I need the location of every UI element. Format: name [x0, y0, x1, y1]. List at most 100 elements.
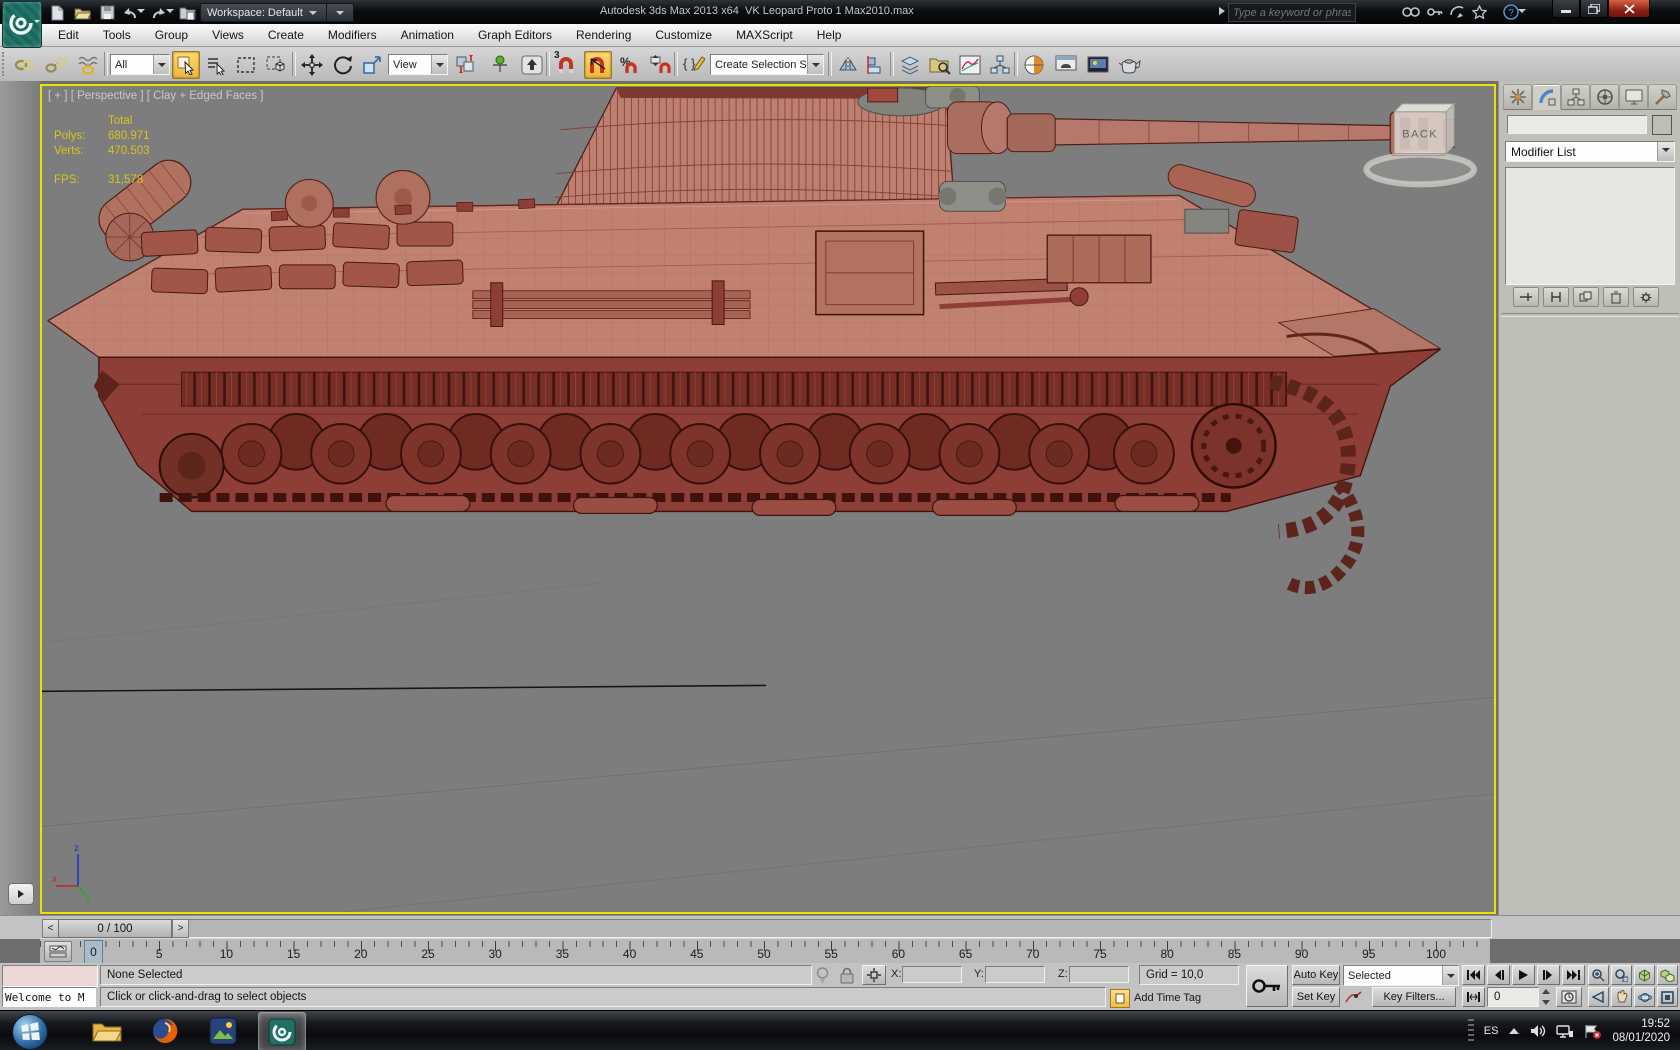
menu-tools[interactable]: Tools	[91, 24, 143, 46]
time-slider-grip[interactable]: 0 / 100	[58, 919, 172, 938]
volume-icon[interactable]	[1530, 1024, 1546, 1038]
next-frame-step-button[interactable]	[1537, 965, 1560, 985]
menu-rendering[interactable]: Rendering	[564, 24, 643, 46]
schematic-view-icon[interactable]	[986, 51, 1014, 79]
align-icon[interactable]	[862, 51, 890, 79]
taskbar-clock[interactable]: 19:52 08/01/2020	[1612, 1017, 1676, 1045]
select-and-move-icon[interactable]	[298, 51, 326, 79]
time-slider-track[interactable]	[42, 919, 1492, 938]
viewcube-face-label[interactable]: BACK	[1402, 129, 1438, 141]
tab-motion[interactable]	[1590, 84, 1619, 110]
pan-view-button[interactable]	[1611, 987, 1632, 1007]
zoom-extents-button[interactable]	[1634, 965, 1655, 985]
object-name-field[interactable]	[1507, 115, 1647, 134]
render-setup-icon[interactable]	[1052, 51, 1080, 79]
taskbar-app-button[interactable]	[200, 1012, 246, 1050]
workspace-selector[interactable]: Workspace: Default	[200, 3, 332, 22]
menu-customize[interactable]: Customize	[643, 24, 724, 46]
zoom-extents-all-button[interactable]	[1657, 965, 1678, 985]
set-key-button[interactable]: Set Key	[1292, 987, 1340, 1007]
previous-frame-step-button[interactable]	[1487, 965, 1510, 985]
project-folder-button[interactable]	[176, 4, 198, 21]
redo-dropdown-arrow[interactable]	[166, 9, 174, 17]
go-to-start-button[interactable]	[1462, 965, 1485, 985]
named-selection-set-dropdown[interactable]: Create Selection Se	[710, 54, 824, 75]
expand-panel-button[interactable]	[8, 883, 34, 905]
maxscript-mini-listener-macro[interactable]	[2, 965, 98, 987]
key-mode-toggle-button[interactable]	[1462, 987, 1485, 1007]
key-filters-button[interactable]: Key Filters...	[1372, 987, 1456, 1007]
select-and-link-icon[interactable]	[10, 51, 38, 79]
start-button[interactable]	[12, 1014, 48, 1050]
toolbar-drag-handle[interactable]	[2, 52, 8, 76]
render-production-icon[interactable]	[1116, 51, 1144, 79]
taskbar-explorer-button[interactable]	[84, 1012, 130, 1050]
bind-to-space-warp-icon[interactable]	[74, 51, 102, 79]
curve-editor-icon[interactable]	[956, 51, 984, 79]
undo-dropdown-arrow[interactable]	[137, 9, 145, 17]
current-frame-field[interactable]: 0	[1487, 987, 1539, 1007]
configure-modifier-sets-button[interactable]	[1633, 287, 1659, 307]
tab-hierarchy[interactable]	[1561, 84, 1590, 110]
menu-group[interactable]: Group	[143, 24, 200, 46]
menu-views[interactable]: Views	[200, 24, 256, 46]
tab-utilities[interactable]	[1648, 84, 1677, 110]
select-and-manipulate-icon[interactable]	[486, 51, 514, 79]
next-frame-button[interactable]: >	[172, 919, 189, 938]
tab-modify[interactable]	[1532, 84, 1561, 110]
snaps-toggle-3d-icon[interactable]: 3	[552, 50, 580, 79]
add-time-tag[interactable]: Add Time Tag	[1134, 989, 1201, 1007]
layer-manager-icon[interactable]	[896, 51, 924, 79]
coord-y-field[interactable]	[985, 966, 1045, 983]
search-input[interactable]	[1229, 4, 1355, 21]
scene-explorer-icon[interactable]	[926, 51, 954, 79]
action-center-flag-icon[interactable]	[1584, 1024, 1602, 1039]
taskbar-firefox-button[interactable]	[142, 1012, 188, 1050]
angle-snap-toggle-icon[interactable]	[584, 51, 612, 79]
previous-frame-button[interactable]: <	[42, 919, 59, 938]
remove-modifier-button[interactable]	[1603, 287, 1629, 307]
percent-snap-toggle-icon[interactable]: %	[616, 51, 644, 79]
default-in-out-tangent-icon[interactable]	[1345, 990, 1363, 1008]
application-menu-button[interactable]	[2, 1, 42, 48]
menu-maxscript[interactable]: MAXScript	[724, 24, 805, 46]
tab-create[interactable]	[1503, 84, 1532, 110]
tank-model[interactable]	[47, 86, 1455, 595]
network-icon[interactable]	[1556, 1024, 1574, 1038]
modifier-stack-list[interactable]	[1505, 167, 1675, 285]
select-object-button[interactable]	[172, 51, 200, 79]
set-keys-button[interactable]	[1246, 965, 1288, 1007]
menu-graph-editors[interactable]: Graph Editors	[466, 24, 564, 46]
open-file-button[interactable]	[71, 4, 93, 21]
rectangular-selection-region-icon[interactable]	[232, 51, 260, 79]
frame-spinner[interactable]	[1540, 987, 1552, 1007]
menu-edit[interactable]: Edit	[46, 24, 91, 46]
reference-coordinate-dropdown[interactable]: View	[388, 54, 448, 75]
perspective-viewport[interactable]: BACK [ + ] [ Perspective ] [ Clay + Edge…	[40, 84, 1496, 914]
window-crossing-toggle-icon[interactable]	[262, 51, 290, 79]
time-tag-icon[interactable]	[1110, 989, 1130, 1008]
material-editor-icon[interactable]	[1020, 51, 1048, 79]
time-configuration-button[interactable]	[1556, 987, 1582, 1007]
menu-animation[interactable]: Animation	[389, 24, 466, 46]
absolute-offset-mode-toggle[interactable]	[862, 965, 886, 985]
help-dropdown-arrow[interactable]	[1518, 9, 1526, 17]
edit-named-selection-sets-icon[interactable]: { }	[680, 51, 708, 79]
menu-create[interactable]: Create	[256, 24, 316, 46]
key-mode-dropdown[interactable]: Selected	[1343, 965, 1459, 986]
menu-help[interactable]: Help	[805, 24, 854, 46]
select-by-name-icon[interactable]	[202, 51, 230, 79]
taskbar-3dsmax-button[interactable]	[258, 1012, 306, 1050]
rendered-frame-window-icon[interactable]	[1084, 51, 1112, 79]
track-bar[interactable]: 5 10 15 20 25 30 35 40 45 50 55 60 65 70 75 80 85 90 95 100…	[40, 938, 1490, 965]
new-file-button[interactable]	[46, 4, 68, 21]
pin-stack-button[interactable]	[1513, 287, 1539, 307]
save-file-button[interactable]	[96, 4, 118, 21]
maxscript-mini-listener[interactable]: Welcome to M	[2, 987, 96, 1007]
menu-modifiers[interactable]: Modifiers	[316, 24, 389, 46]
spinner-snap-toggle-icon[interactable]	[646, 51, 674, 79]
close-button[interactable]	[1608, 0, 1650, 18]
go-to-end-button[interactable]	[1562, 965, 1585, 985]
viewcube[interactable]: BACK	[1363, 102, 1478, 188]
modifier-list-arrow[interactable]	[1657, 142, 1674, 161]
